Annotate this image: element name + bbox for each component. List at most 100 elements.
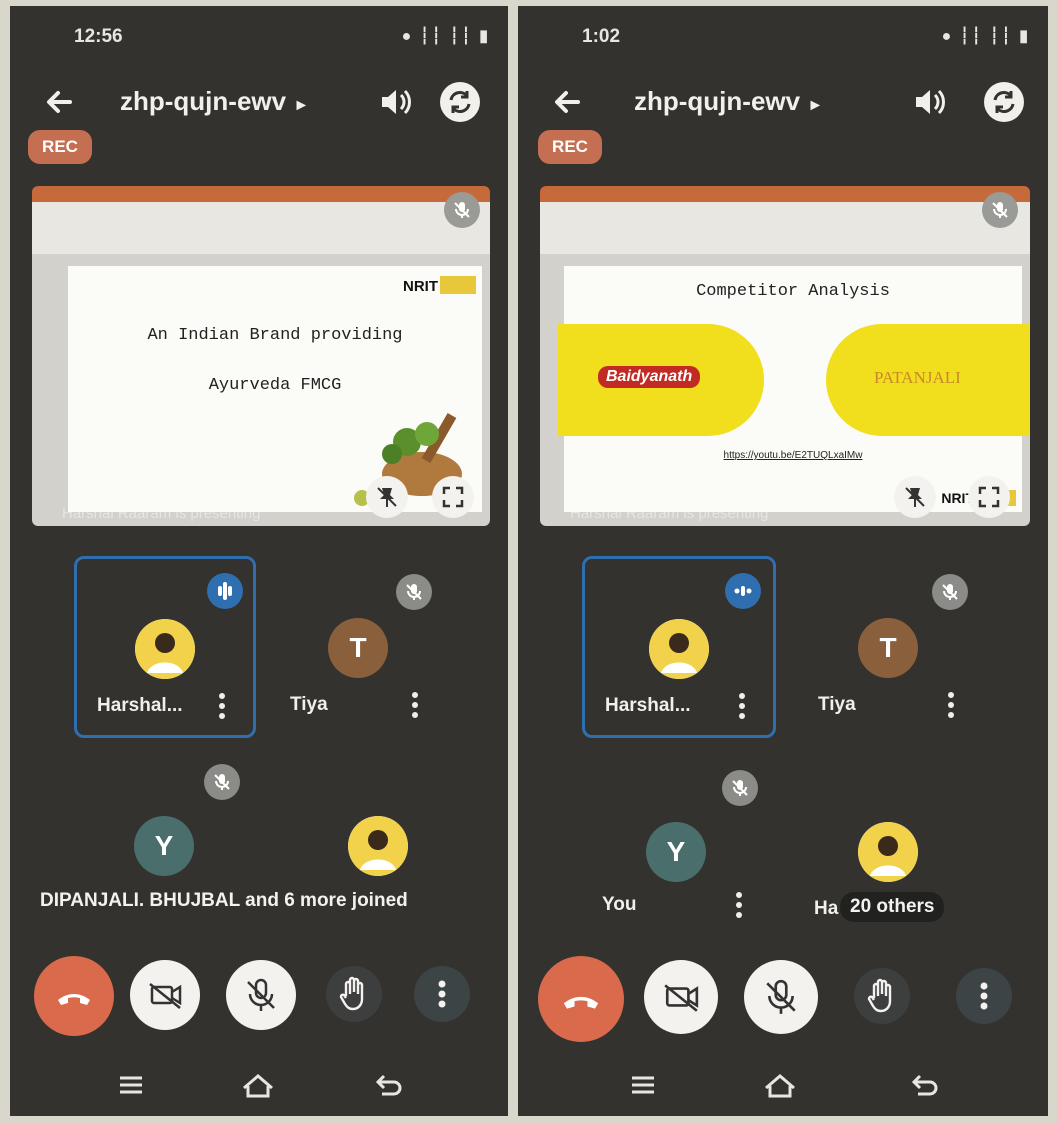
camera-off-button[interactable]	[130, 960, 200, 1030]
more-options-icon[interactable]	[737, 691, 747, 721]
slide-logo-mark	[440, 276, 476, 294]
phone-hangup-icon	[58, 994, 90, 1005]
mic-off-icon	[766, 979, 796, 1014]
slide: NRIT An Indian Brand providing Ayurveda …	[68, 266, 482, 512]
presenter-mic-off	[982, 192, 1018, 228]
raise-hand-button[interactable]	[326, 966, 382, 1022]
more-options-icon[interactable]	[734, 890, 744, 920]
presenting-label: Harshal Raaram is presenting	[62, 505, 261, 522]
speaking-indicator-icon	[207, 573, 243, 609]
android-nav-bar	[10, 1060, 508, 1110]
mic-off-button[interactable]	[744, 960, 818, 1034]
raise-hand-button[interactable]	[854, 968, 910, 1024]
mic-off-icon	[722, 770, 758, 806]
switch-camera-icon[interactable]	[982, 80, 1026, 124]
status-bar: 12:56 ● ┆┆ ┆┆ ▮	[10, 20, 508, 54]
more-options-button[interactable]	[956, 968, 1012, 1024]
fullscreen-button[interactable]	[968, 476, 1010, 518]
mic-off-icon	[932, 574, 968, 610]
more-options-icon[interactable]	[946, 690, 956, 720]
back-icon[interactable]	[910, 1070, 940, 1100]
phone-hangup-icon	[563, 996, 599, 1009]
slide-line-2: Ayurveda FMCG	[208, 376, 342, 395]
participant-tile-harshal[interactable]: Harshal...	[582, 556, 776, 738]
ppt-title-bar	[32, 186, 490, 202]
avatar-letter: T	[328, 618, 388, 678]
slide-logo: NRIT	[403, 278, 438, 295]
meeting-code[interactable]: zhp-qujn-ewv ►	[634, 86, 823, 117]
speaker-icon[interactable]	[374, 82, 414, 122]
end-call-button[interactable]	[34, 956, 114, 1036]
slide-line-1: An Indian Brand providing	[147, 326, 403, 345]
participant-tile-you[interactable]: Y You	[582, 762, 770, 938]
ppt-slide-area: Competitor Analysis Baidyanath PATANJALI…	[540, 254, 1030, 526]
end-call-button[interactable]	[538, 956, 624, 1042]
presenting-label: Harshal Raaram is presenting	[570, 505, 769, 522]
recording-badge: REC	[538, 130, 602, 164]
participant-name: Tiya	[290, 694, 328, 715]
mic-off-button[interactable]	[226, 960, 296, 1030]
speaking-indicator-icon	[725, 573, 761, 609]
participant-tile-others[interactable]: Ha 20 others	[798, 762, 988, 938]
chevron-right-icon: ►	[293, 97, 310, 114]
switch-camera-icon[interactable]	[438, 80, 482, 124]
back-icon[interactable]	[374, 1070, 404, 1100]
participant-name: You	[602, 894, 637, 915]
unpin-button[interactable]	[366, 476, 408, 518]
unpin-icon	[905, 487, 925, 507]
fullscreen-button[interactable]	[432, 476, 474, 518]
participant-tile-tiya[interactable]: T Tiya	[270, 558, 446, 734]
more-options-icon[interactable]	[410, 690, 420, 720]
hand-icon	[867, 978, 892, 1013]
android-nav-bar	[518, 1060, 1048, 1110]
home-icon[interactable]	[240, 1070, 276, 1100]
mic-off-icon	[454, 202, 470, 218]
avatar-photo	[135, 619, 195, 679]
recents-icon[interactable]	[116, 1070, 146, 1100]
call-controls	[10, 952, 508, 1042]
unpin-button[interactable]	[894, 476, 936, 518]
avatar-letter: T	[858, 618, 918, 678]
unpin-icon	[377, 487, 397, 507]
slide-title: Competitor Analysis	[696, 282, 890, 301]
status-time: 1:02	[582, 26, 621, 47]
status-icons: ● ┆┆ ┆┆ ▮	[401, 28, 490, 45]
brand-baidyanath-logo: Baidyanath	[598, 366, 701, 388]
ppt-ribbon	[32, 202, 490, 254]
camera-off-button[interactable]	[644, 960, 718, 1034]
presentation-screen[interactable]: Competitor Analysis Baidyanath PATANJALI…	[540, 186, 1030, 526]
presentation-screen[interactable]: NRIT An Indian Brand providing Ayurveda …	[32, 186, 490, 526]
more-options-button[interactable]	[414, 966, 470, 1022]
recents-icon[interactable]	[628, 1070, 658, 1100]
participant-tile-tiya[interactable]: T Tiya	[798, 558, 974, 734]
mic-off-icon	[992, 202, 1008, 218]
more-vert-icon	[980, 982, 988, 1010]
avatar-letter: Y	[134, 816, 194, 876]
ppt-title-bar	[540, 186, 1030, 202]
back-arrow-icon[interactable]	[548, 82, 588, 122]
mic-off-icon	[247, 978, 275, 1011]
avatar-letter: Y	[646, 822, 706, 882]
slide-link[interactable]: https://youtu.be/E2TUQLxaIMw	[564, 450, 1022, 461]
status-time: 12:56	[74, 26, 123, 47]
video-off-icon	[664, 984, 699, 1012]
participant-tile-harshal[interactable]: Harshal...	[74, 556, 256, 738]
fullscreen-icon	[978, 486, 1000, 508]
home-icon[interactable]	[762, 1070, 798, 1100]
meeting-code-text: zhp-qujn-ewv	[120, 86, 287, 116]
mic-off-icon	[204, 764, 240, 800]
presenter-mic-off	[444, 192, 480, 228]
more-options-icon[interactable]	[217, 691, 227, 721]
phone-right-screen: 1:02 ● ┆┆ ┆┆ ▮ zhp-qujn-ewv ► REC Compet…	[518, 6, 1048, 1116]
participant-name: Tiya	[818, 694, 856, 715]
participant-name: Harshal...	[605, 695, 691, 716]
meeting-code-text: zhp-qujn-ewv	[634, 86, 801, 116]
participant-name: Harshal...	[97, 695, 183, 716]
participant-name: Ha	[814, 898, 839, 919]
brand-card-baidyanath: Baidyanath	[558, 324, 764, 436]
meeting-code[interactable]: zhp-qujn-ewv ►	[120, 86, 309, 117]
slide: Competitor Analysis Baidyanath PATANJALI…	[558, 266, 1030, 512]
speaker-icon[interactable]	[908, 82, 948, 122]
back-arrow-icon[interactable]	[40, 82, 80, 122]
mic-off-icon	[396, 574, 432, 610]
